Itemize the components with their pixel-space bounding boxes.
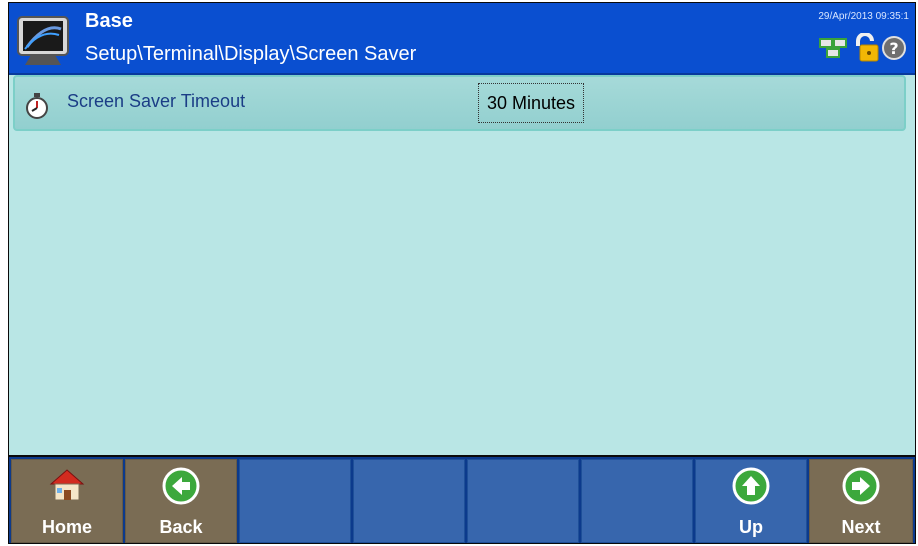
up-label: Up (739, 517, 763, 537)
next-arrow-icon (841, 466, 881, 511)
status-icons: ? (819, 33, 907, 63)
home-icon (47, 466, 87, 511)
up-button[interactable]: Up (695, 459, 807, 543)
back-arrow-icon (161, 466, 201, 511)
help-icon[interactable]: ? (881, 35, 907, 61)
network-icon (819, 36, 849, 60)
home-button[interactable]: Home (11, 459, 123, 543)
back-button[interactable]: Back (125, 459, 237, 543)
softkey-5[interactable] (467, 459, 579, 543)
terminal-screen: Base Setup\Terminal\Display\Screen Saver… (8, 2, 916, 544)
header-bar: Base Setup\Terminal\Display\Screen Saver… (9, 3, 915, 75)
softkey-3[interactable] (239, 459, 351, 543)
lock-icon[interactable] (851, 33, 879, 63)
softkey-6[interactable] (581, 459, 693, 543)
setting-row-screen-saver-timeout[interactable]: Screen Saver Timeout 30 Minutes (13, 75, 906, 131)
softkey-bar: Home Back Up Next (9, 455, 915, 543)
setting-label: Screen Saver Timeout (67, 91, 246, 111)
screen-title: Base (85, 10, 133, 32)
settings-content: Screen Saver Timeout 30 Minutes (9, 75, 915, 457)
softkey-4[interactable] (353, 459, 465, 543)
home-label: Home (41, 517, 92, 537)
breadcrumb-path: Setup\Terminal\Display\Screen Saver (85, 43, 417, 65)
stopwatch-icon (25, 92, 49, 120)
next-button[interactable]: Next (809, 459, 913, 543)
back-label: Back (159, 517, 203, 537)
up-arrow-icon (731, 466, 771, 511)
svg-text:?: ? (889, 39, 898, 58)
monitor-app-icon (15, 9, 75, 69)
screen-saver-timeout-value[interactable]: 30 Minutes (478, 83, 584, 123)
datetime-display: 29/Apr/2013 09:35:1 (818, 11, 909, 22)
next-label: Next (841, 517, 881, 537)
